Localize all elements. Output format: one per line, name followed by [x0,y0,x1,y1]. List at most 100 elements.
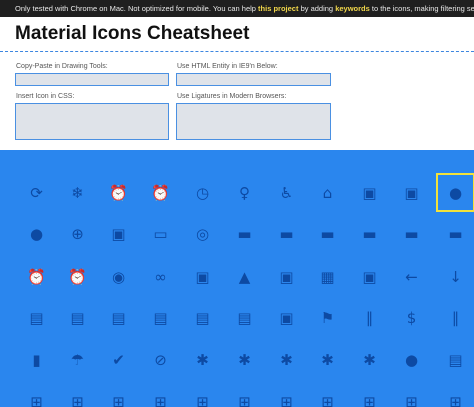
icon-cell[interactable]: ⏰ [98,172,139,213]
all-inclusive-icon: ∞ [154,267,167,286]
icon-cell[interactable]: ⏰ [140,172,181,213]
icon-cell[interactable]: ⊞ [57,381,98,407]
border-bottom-icon: ⊞ [71,392,84,407]
icon-cell[interactable]: ⚑ [307,297,348,338]
icon-cell[interactable]: ☂ [57,339,98,380]
icon-cell[interactable]: ∥ [435,297,474,338]
icon-cell[interactable]: ▬ [435,213,474,254]
android-icon: ▲ [238,267,251,286]
icon-cell[interactable]: ∥ [349,297,390,338]
icon-cell[interactable]: ◷ [182,172,223,213]
assistant-icon: ▣ [279,308,294,327]
icon-cell[interactable]: ▦ [307,256,348,297]
add-to-queue-icon: ▭ [153,224,168,243]
icon-cell[interactable]: ❄ [57,172,98,213]
icon-cell[interactable]: ✱ [349,339,390,380]
icon-cell[interactable]: ⌂ [307,172,348,213]
icon-cell[interactable]: ✱ [224,339,265,380]
alarm-off-icon: ⏰ [27,267,46,286]
keywords-link[interactable]: keywords [335,4,370,13]
icon-cell[interactable]: ▲ [224,256,265,297]
icon-cell[interactable]: ▬ [307,213,348,254]
block-icon: ⊘ [154,350,167,369]
icon-cell[interactable]: ▣ [349,172,390,213]
icon-cell[interactable]: ▣ [266,297,307,338]
icon-cell[interactable]: ⊞ [266,381,307,407]
icon-cell[interactable]: ▣ [349,256,390,297]
icon-cell[interactable]: ⊞ [435,381,474,407]
icon-cell[interactable]: ▤ [16,297,57,338]
icon-cell[interactable]: ⊕ [57,213,98,254]
border-inner-icon: ⊞ [238,392,251,407]
icon-cell[interactable]: ▤ [224,297,265,338]
border-outer-icon: ⊞ [321,392,334,407]
icon-cell[interactable]: ▣ [266,256,307,297]
icon-cell[interactable]: ⊞ [140,381,181,407]
icon-cell[interactable]: ▤ [435,339,474,380]
airline-seat-legroom-normal-icon: ▬ [404,224,419,243]
icon-cell[interactable]: ⊞ [349,381,390,407]
page-title: Material Icons Cheatsheet [15,23,250,44]
icon-cell[interactable]: ⊞ [224,381,265,407]
icon-cell[interactable]: ▬ [391,213,432,254]
beach-access-icon: ☂ [70,350,85,369]
icon-cell[interactable]: ↓ [435,256,474,297]
drawing-tools-field[interactable] [15,73,169,86]
icon-cell[interactable]: ⏰ [16,256,57,297]
all-out-icon: ▣ [195,267,210,286]
beenhere-icon: ✔ [112,350,125,369]
icon-cell[interactable]: ♿ [266,172,307,213]
icon-cell[interactable]: ♀ [224,172,265,213]
border-horizontal-icon: ⊞ [196,392,209,407]
icon-cell[interactable]: $ [391,297,432,338]
3d-rotation-icon: ⟳ [30,183,43,202]
icon-cell[interactable]: ▣ [98,213,139,254]
bluetooth-searching-icon: ✱ [363,350,376,369]
icon-cell[interactable]: ⊞ [98,381,139,407]
assistant-photo-icon: ⚑ [320,308,335,327]
icon-cell[interactable]: ∞ [140,256,181,297]
icon-cell[interactable]: ✔ [98,339,139,380]
icon-cell[interactable]: ⟳ [16,172,57,213]
icon-cell[interactable]: ◉ [98,256,139,297]
icon-cell[interactable]: ← [391,256,432,297]
icon-cell[interactable]: ⊞ [391,381,432,407]
bluetooth-icon: ✱ [196,350,209,369]
icon-cell[interactable]: ▤ [182,297,223,338]
icon-cell[interactable]: ⊞ [307,381,348,407]
icon-cell[interactable]: ▣ [182,256,223,297]
icon-cell[interactable]: ✱ [266,339,307,380]
album-icon: ◉ [111,267,126,286]
icon-cell[interactable]: ▣ [391,172,432,213]
icon-cell[interactable]: ● [391,339,432,380]
icon-cell[interactable]: ✱ [182,339,223,380]
icon-cell[interactable]: ⊞ [182,381,223,407]
header-divider [0,51,474,52]
assignment-returned-icon: ▤ [195,308,210,327]
html-entity-field[interactable] [176,73,331,86]
icon-cell[interactable]: ▤ [57,297,98,338]
attach-money-icon: $ [406,308,417,327]
icon-cell[interactable]: ⊞ [16,381,57,407]
css-field[interactable] [15,103,169,140]
icon-cell[interactable]: ◎ [182,213,223,254]
border-left-icon: ⊞ [280,392,293,407]
icon-cell[interactable]: ▤ [98,297,139,338]
icon-cell[interactable]: ▬ [266,213,307,254]
icon-cell[interactable]: ▭ [140,213,181,254]
icon-cell[interactable]: ▬ [349,213,390,254]
icon-cell[interactable]: ▮ [16,339,57,380]
border-color-icon: ⊞ [154,392,167,407]
icon-cell[interactable]: ⊘ [140,339,181,380]
icon-cell[interactable]: ▤ [140,297,181,338]
archive-icon: ▣ [362,267,377,286]
add-to-photos-icon: ▣ [111,224,126,243]
ligatures-field[interactable] [176,103,331,140]
icon-grid: ⟳ ❄ ⏰ ⏰ ◷ ♀ ♿ ⌂ ▣ ▣ ● ● ⊕ ▣ ▭ ◎ ▬ ▬ ▬ ▬ ▬ ▬ ⏰ ⏰ ◉ ∞ ▣ ▲ ▣ ▦ ▣ ← ↓ ▤ ▤ ▤ ▤ ▤ ▤ ▣… [0,150,474,407]
this-project-link[interactable]: this project [258,4,298,13]
icon-cell[interactable]: ✱ [307,339,348,380]
icon-cell[interactable]: ● [435,172,474,213]
icon-cell[interactable]: ● [16,213,57,254]
icon-cell[interactable]: ⏰ [57,256,98,297]
icon-cell[interactable]: ▬ [224,213,265,254]
